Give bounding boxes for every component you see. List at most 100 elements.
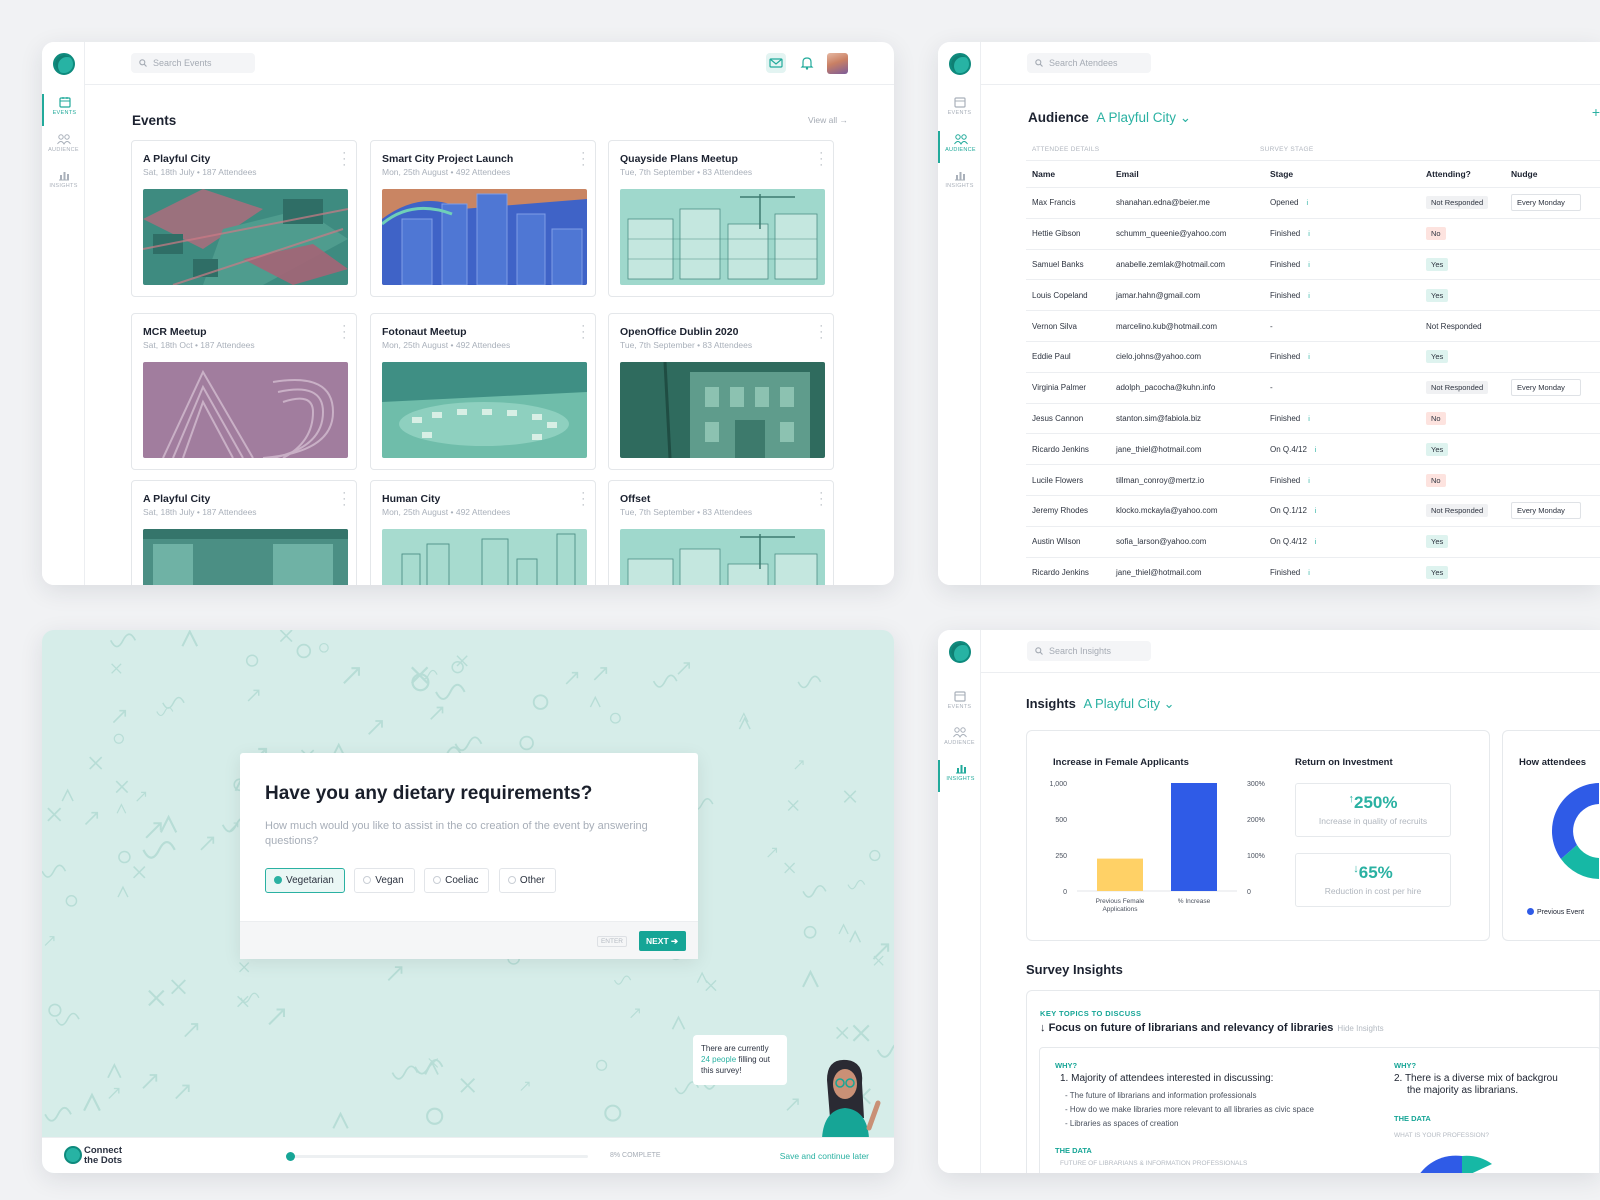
table-row[interactable]: Hettie Gibson schumm_queenie@yahoo.com Fin… xyxy=(1026,218,1600,250)
brand-logo[interactable]: Connect the Dots xyxy=(64,1146,122,1166)
table-row[interactable]: Vernon Silva marcelino.kub@hotmail.com - No… xyxy=(1026,310,1600,342)
mail-icon[interactable] xyxy=(766,53,787,73)
view-all-link[interactable]: View all → xyxy=(808,115,848,125)
event-card[interactable]: Offset Tue, 7th September • 83 Attendees… xyxy=(608,480,834,585)
more-icon[interactable]: · · · xyxy=(819,488,823,511)
bar[interactable] xyxy=(1171,783,1217,891)
nav-insights[interactable]: INSIGHTS xyxy=(938,167,981,199)
event-card[interactable]: MCR Meetup Sat, 18th Oct • 187 Attendees… xyxy=(131,313,357,470)
event-card[interactable]: A Playful City Sat, 18th July • 187 Atte… xyxy=(131,140,357,297)
bar[interactable] xyxy=(1097,858,1143,891)
add-attendee-button[interactable]: + xyxy=(1592,104,1600,120)
nudge-select[interactable]: Every Monday xyxy=(1511,502,1581,520)
nav-insights[interactable]: INSIGHTS xyxy=(938,760,981,792)
more-icon[interactable]: · · · xyxy=(581,321,585,344)
info-icon[interactable]: i xyxy=(1308,262,1310,269)
nudge-select[interactable]: Every Monday xyxy=(1511,194,1581,212)
attending-badge[interactable]: Yes xyxy=(1426,442,1449,456)
info-icon[interactable]: i xyxy=(1308,478,1310,485)
attending-badge[interactable]: Not Responded xyxy=(1426,196,1489,210)
info-icon[interactable]: i xyxy=(1308,231,1310,238)
table-row[interactable]: Eddie Paul cielo.johns@yahoo.com Finished i… xyxy=(1026,341,1600,373)
event-card[interactable]: OpenOffice Dublin 2020 Tue, 7th Septembe… xyxy=(608,313,834,470)
focus-heading[interactable]: ↓ Focus on future of librarians and rele… xyxy=(1040,1022,1384,1034)
table-row[interactable]: Jesus Cannon stanton.sim@fabiola.biz Finis… xyxy=(1026,403,1600,435)
app-logo[interactable] xyxy=(949,53,971,75)
col-email[interactable]: Email xyxy=(1110,160,1264,188)
search-input[interactable]: Search Insights xyxy=(1027,641,1151,661)
info-icon[interactable]: i xyxy=(1308,416,1310,423)
col-attending[interactable]: Attending? xyxy=(1420,160,1505,188)
nav-audience[interactable]: AUDIENCE xyxy=(938,724,981,756)
attending-badge[interactable]: Not Responded xyxy=(1426,504,1489,518)
more-icon[interactable]: · · · xyxy=(342,321,346,344)
survey-panel: Have you any dietary requirements? How m… xyxy=(42,630,894,1173)
more-icon[interactable]: · · · xyxy=(819,321,823,344)
attending-badge[interactable]: Not Responded xyxy=(1426,381,1489,395)
nav-events[interactable]: EVENTS xyxy=(938,94,981,126)
more-icon[interactable]: · · · xyxy=(581,148,585,171)
table-row[interactable]: Louis Copeland jamar.hahn@gmail.com Finish… xyxy=(1026,279,1600,312)
table-row[interactable]: Lucile Flowers tillman_conroy@mertz.io Fin… xyxy=(1026,464,1600,496)
y-tick-label: 0 xyxy=(1063,889,1067,896)
nav-audience[interactable]: AUDIENCE xyxy=(42,131,85,163)
more-icon[interactable]: · · · xyxy=(581,488,585,511)
attending-badge[interactable]: No xyxy=(1426,411,1446,425)
event-card[interactable]: Human City Mon, 25th August • 492 Attend… xyxy=(370,480,596,585)
search-input[interactable]: Search Atendees xyxy=(1027,53,1151,73)
cell-stage: Opened i xyxy=(1264,187,1420,219)
next-button[interactable]: NEXT ➔ xyxy=(639,931,686,951)
more-icon[interactable]: · · · xyxy=(819,148,823,171)
bell-icon[interactable] xyxy=(797,53,817,73)
table-row[interactable]: Samuel Banks anabelle.zemlak@hotmail.com F… xyxy=(1026,249,1600,281)
table-row[interactable]: Jeremy Rhodes klocko.mckayla@yahoo.com On … xyxy=(1026,495,1600,527)
info-icon[interactable]: i xyxy=(1308,354,1310,361)
option-vegan[interactable]: Vegan xyxy=(354,868,415,893)
table-row[interactable]: Austin Wilson sofia_larson@yahoo.com On Q.… xyxy=(1026,526,1600,558)
info-icon[interactable]: i xyxy=(1315,447,1317,454)
event-card[interactable]: Quayside Plans Meetup Tue, 7th September… xyxy=(608,140,834,297)
col-nudge[interactable]: Nudge xyxy=(1505,160,1600,188)
event-card[interactable]: A Playful City Sat, 18th July • 187 Atte… xyxy=(131,480,357,585)
save-continue-link[interactable]: Save and continue later xyxy=(780,1151,869,1161)
top-actions xyxy=(760,53,848,74)
attending-badge[interactable]: Yes xyxy=(1426,257,1449,271)
attending-badge[interactable]: Yes xyxy=(1426,535,1449,549)
event-card[interactable]: Fotonaut Meetup Mon, 25th August • 492 A… xyxy=(370,313,596,470)
attending-badge[interactable]: Yes xyxy=(1426,565,1449,579)
nav-events[interactable]: EVENTS xyxy=(42,94,85,126)
info-icon[interactable]: i xyxy=(1315,539,1317,546)
avatar[interactable] xyxy=(827,53,848,74)
attending-badge[interactable]: No xyxy=(1426,227,1446,241)
search-input[interactable]: Search Events xyxy=(131,53,255,73)
table-row[interactable]: Ricardo Jenkins jane_thiel@hotmail.com Fin… xyxy=(1026,557,1600,585)
city-dropdown[interactable]: A Playful City ⌄ xyxy=(1083,696,1174,711)
nav-events[interactable]: EVENTS xyxy=(938,688,981,720)
more-icon[interactable]: · · · xyxy=(342,488,346,511)
app-logo[interactable] xyxy=(53,53,75,75)
attending-badge[interactable]: Yes xyxy=(1426,350,1449,364)
info-icon[interactable]: i xyxy=(1308,570,1310,577)
option-coeliac[interactable]: Coeliac xyxy=(424,868,490,893)
app-logo[interactable] xyxy=(949,641,971,663)
focus-text: Focus on future of librarians and releva… xyxy=(1048,1022,1334,1034)
info-icon[interactable]: i xyxy=(1306,200,1308,207)
nav-insights[interactable]: INSIGHTS xyxy=(42,167,85,199)
table-row[interactable]: Virginia Palmer adolph_pacocha@kuhn.info -… xyxy=(1026,372,1600,404)
option-vegetarian[interactable]: Vegetarian xyxy=(265,868,345,893)
more-icon[interactable]: · · · xyxy=(342,148,346,171)
option-other[interactable]: Other xyxy=(498,868,556,893)
event-card[interactable]: Smart City Project Launch Mon, 25th Augu… xyxy=(370,140,596,297)
attending-badge[interactable]: Yes xyxy=(1426,288,1449,302)
col-name[interactable]: Name xyxy=(1026,160,1110,188)
attending-badge[interactable]: No xyxy=(1426,473,1446,487)
hide-insights-link[interactable]: Hide Insights xyxy=(1337,1024,1383,1033)
city-dropdown[interactable]: A Playful City ⌄ xyxy=(1097,110,1192,125)
nudge-select[interactable]: Every Monday xyxy=(1511,379,1581,397)
table-row[interactable]: Ricardo Jenkins jane_thiel@hotmail.com On … xyxy=(1026,433,1600,466)
table-row[interactable]: Max Francis shanahan.edna@beier.me Opened i… xyxy=(1026,187,1600,219)
info-icon[interactable]: i xyxy=(1308,293,1310,300)
nav-audience[interactable]: AUDIENCE xyxy=(938,131,981,163)
info-icon[interactable]: i xyxy=(1315,508,1317,515)
col-stage[interactable]: Stage xyxy=(1264,160,1420,188)
